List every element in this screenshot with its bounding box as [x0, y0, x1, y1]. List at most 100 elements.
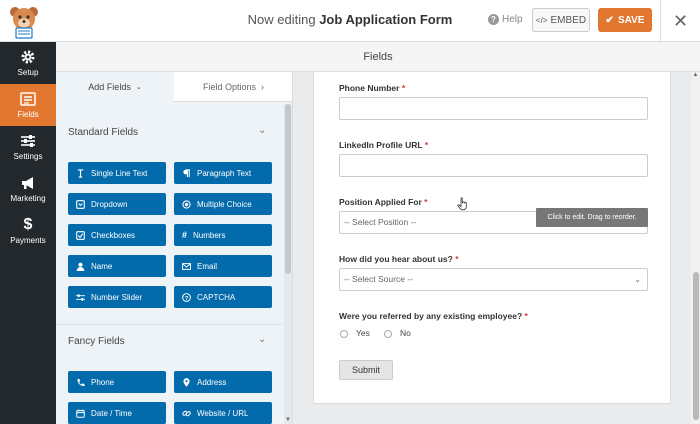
- sidebar-item-payments[interactable]: $ Payments: [0, 210, 56, 252]
- phone-number-input[interactable]: [339, 97, 648, 120]
- field-button-number-slider[interactable]: Number Slider: [68, 286, 166, 308]
- field-button-multiple-choice[interactable]: Multiple Choice: [174, 193, 272, 215]
- editing-prefix: Now editing: [247, 12, 316, 27]
- linkedin-url-input[interactable]: [339, 154, 648, 177]
- source-select[interactable]: -- Select Source -- ⌄: [339, 268, 648, 291]
- field-button-dropdown[interactable]: Dropdown: [68, 193, 166, 215]
- edit-tooltip: Click to edit. Drag to reorder.: [536, 208, 648, 227]
- help-link[interactable]: ? Help: [488, 14, 523, 25]
- top-header: Now editing Job Application Form ? Help …: [0, 0, 700, 42]
- gear-icon: [21, 50, 35, 64]
- field-button-label: CAPTCHA: [197, 292, 236, 302]
- field-button-label: Phone: [91, 377, 115, 387]
- field-button-label: Numbers: [193, 230, 226, 240]
- dollar-icon: $: [23, 216, 33, 233]
- field-button-date-time[interactable]: Date / Time: [68, 402, 166, 424]
- sidebar-item-label: Settings: [13, 152, 43, 161]
- sidebar-item-fields[interactable]: Fields: [0, 84, 56, 126]
- save-label: SAVE: [617, 14, 645, 26]
- calendar-icon: [76, 409, 85, 418]
- field-button-numbers[interactable]: # Numbers: [174, 224, 272, 246]
- scroll-up-arrow-icon[interactable]: ▲: [691, 72, 700, 78]
- required-marker: *: [401, 83, 406, 93]
- referral-yes-label[interactable]: Yes: [356, 328, 370, 338]
- radio-dot-icon: [182, 199, 191, 209]
- submit-button[interactable]: Submit: [339, 360, 393, 380]
- tab-field-options[interactable]: Field Options ›: [174, 72, 292, 102]
- field-label-referral[interactable]: Were you referred by any existing employ…: [339, 311, 528, 321]
- field-button-email[interactable]: Email: [174, 255, 272, 277]
- tab-add-fields[interactable]: Add Fields ⌄: [56, 72, 174, 102]
- preview-scrollbar[interactable]: ▲: [691, 72, 700, 424]
- map-marker-icon: [183, 377, 190, 387]
- field-button-label: Single Line Text: [91, 168, 148, 178]
- embed-button[interactable]: </> EMBED: [532, 8, 590, 32]
- referral-yes-radio[interactable]: [340, 330, 348, 338]
- megaphone-icon: [22, 177, 33, 189]
- text-cursor-icon: [77, 168, 84, 178]
- sidebar-item-setup[interactable]: Setup: [0, 42, 56, 84]
- required-marker: *: [424, 140, 429, 150]
- hash-icon: #: [182, 230, 188, 240]
- field-label-text: Were you referred by any existing employ…: [339, 311, 523, 321]
- chevron-down-icon: ⌄: [634, 275, 641, 284]
- chevron-down-icon[interactable]: ⌄: [258, 125, 266, 136]
- panel-scrollbar-thumb[interactable]: [285, 104, 291, 274]
- checkmark-icon: ✔: [605, 14, 614, 26]
- field-label-linkedin[interactable]: LinkedIn Profile URL *: [339, 140, 428, 150]
- chevron-down-icon: ⌄: [135, 84, 142, 91]
- help-icon: ?: [488, 14, 499, 25]
- field-label-phone[interactable]: Phone Number *: [339, 83, 405, 93]
- close-icon[interactable]: ✕: [660, 0, 700, 42]
- preview-scrollbar-thumb[interactable]: [693, 272, 699, 420]
- field-button-address[interactable]: Address: [174, 371, 272, 393]
- help-label: Help: [502, 14, 523, 25]
- field-button-label: Website / URL: [197, 408, 249, 418]
- field-label-text: How did you hear about us?: [339, 254, 453, 264]
- builder-sidebar: Setup Fields Settings Marketing $ Paymen…: [0, 42, 56, 424]
- sidebar-item-label: Setup: [17, 68, 39, 77]
- field-label-text: LinkedIn Profile URL: [339, 140, 423, 150]
- sidebar-item-marketing[interactable]: Marketing: [0, 168, 56, 210]
- embed-label: EMBED: [550, 14, 587, 26]
- standard-fields-title[interactable]: Standard Fields: [68, 127, 138, 138]
- form-preview: Phone Number * LinkedIn Profile URL * Po…: [313, 72, 671, 404]
- field-button-website-url[interactable]: Website / URL: [174, 402, 272, 424]
- field-button-label: Date / Time: [91, 408, 132, 418]
- field-button-paragraph-text[interactable]: Paragraph Text: [174, 162, 272, 184]
- user-icon: [76, 262, 85, 271]
- panel-scrollbar[interactable]: ▼: [284, 104, 292, 424]
- paragraph-icon: [183, 168, 191, 177]
- chevron-down-icon[interactable]: ⌄: [258, 334, 266, 345]
- sidebar-item-label: Payments: [10, 236, 46, 245]
- svg-text:?: ?: [185, 295, 189, 301]
- field-label-source[interactable]: How did you hear about us? *: [339, 254, 459, 264]
- phone-icon: [77, 378, 85, 386]
- field-button-label: Number Slider: [91, 292, 143, 302]
- field-label-position[interactable]: Position Applied For *: [339, 197, 427, 207]
- field-button-phone[interactable]: Phone: [68, 371, 166, 393]
- tab-add-fields-label: Add Fields: [88, 82, 131, 92]
- hand-pointer-cursor-icon: [457, 197, 467, 211]
- fancy-fields-title[interactable]: Fancy Fields: [68, 336, 125, 347]
- add-fields-panel: Add Fields ⌄ Field Options › Standard Fi…: [56, 72, 293, 424]
- field-button-label: Multiple Choice: [197, 199, 252, 209]
- tab-field-options-label: Field Options: [202, 81, 257, 92]
- save-button[interactable]: ✔ SAVE: [598, 8, 652, 32]
- field-button-single-line-text[interactable]: Single Line Text: [68, 162, 166, 184]
- sliders-icon: [21, 135, 35, 147]
- slider-icon: [76, 293, 85, 301]
- editing-title: Now editing Job Application Form: [0, 12, 700, 27]
- field-button-label: Checkboxes: [91, 230, 136, 240]
- referral-no-label[interactable]: No: [400, 328, 411, 338]
- scroll-down-arrow-icon[interactable]: ▼: [284, 417, 292, 423]
- field-button-name[interactable]: Name: [68, 255, 166, 277]
- form-preview-area: Phone Number * LinkedIn Profile URL * Po…: [293, 72, 700, 424]
- field-button-checkboxes[interactable]: Checkboxes: [68, 224, 166, 246]
- field-button-label: Paragraph Text: [197, 168, 252, 178]
- field-button-captcha[interactable]: ? CAPTCHA: [174, 286, 272, 308]
- sidebar-item-settings[interactable]: Settings: [0, 126, 56, 168]
- referral-no-radio[interactable]: [384, 330, 392, 338]
- link-icon: [182, 410, 191, 416]
- field-button-label: Email: [197, 261, 218, 271]
